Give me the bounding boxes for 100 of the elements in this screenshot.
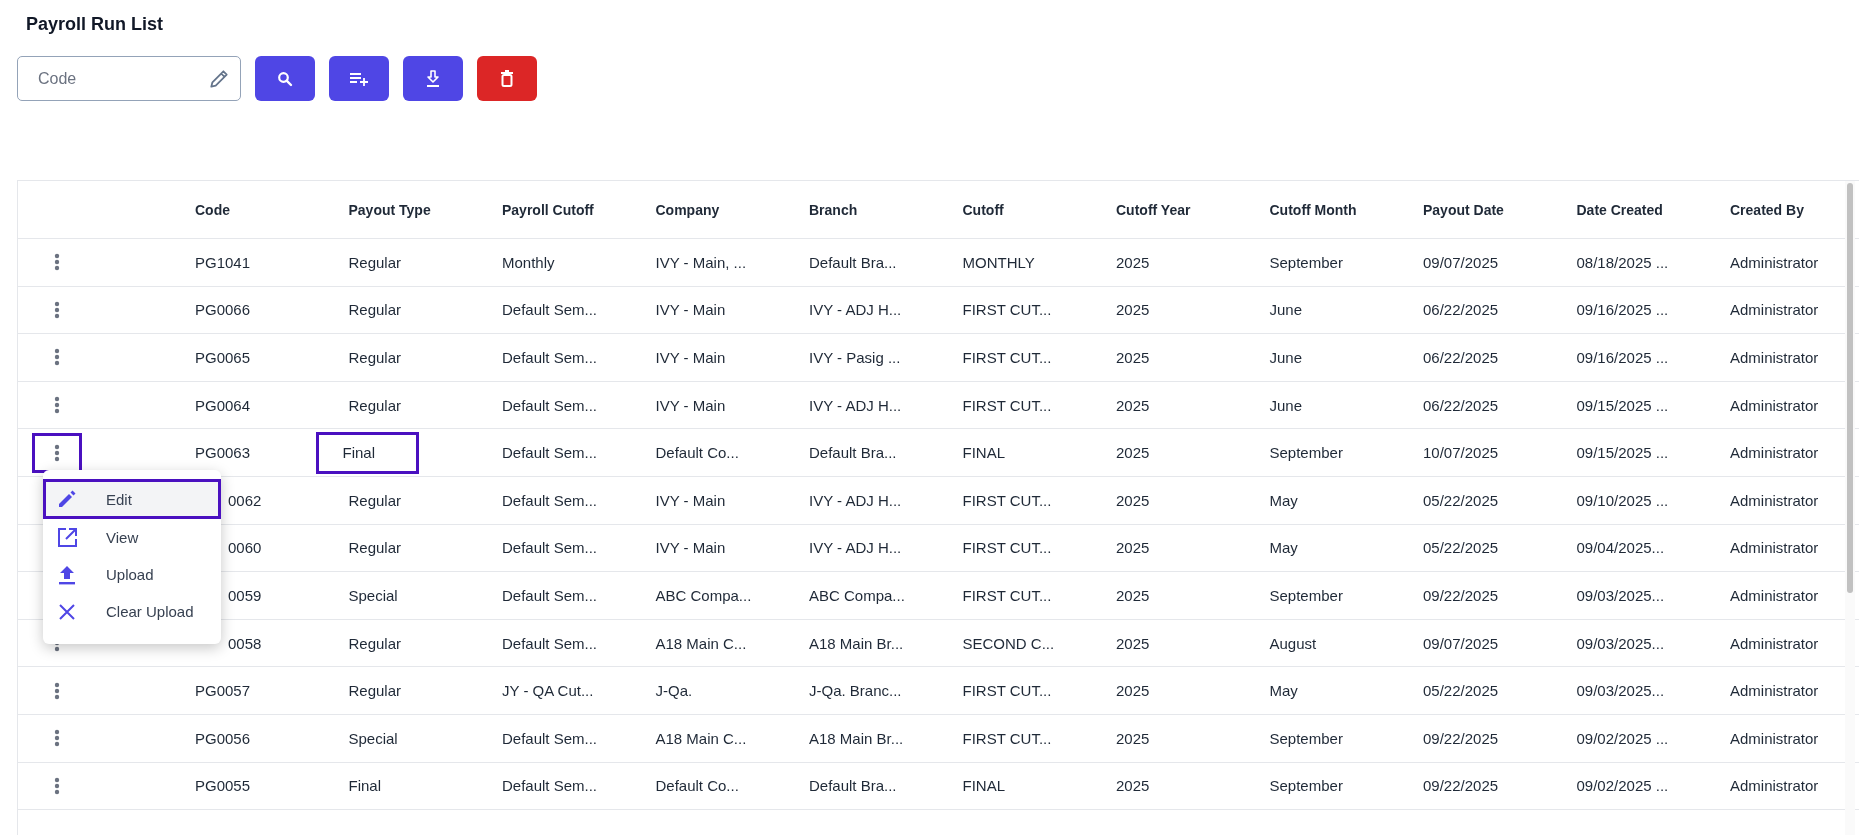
- table-cell-text: 06/22/2025: [1422, 395, 1500, 416]
- table-cell-text: FIRST CUT...: [961, 300, 1053, 321]
- table-cell-text: Administrator: [1729, 585, 1820, 606]
- column-header[interactable]: Payout Date: [1423, 201, 1504, 218]
- table-cell-text: JY - QA Cut...: [501, 681, 595, 702]
- table-cell-text: Default Sem...: [501, 633, 599, 654]
- add-list-button[interactable]: [329, 56, 389, 101]
- table-cell-text: 0060: [227, 538, 263, 559]
- column-header[interactable]: Company: [655, 201, 720, 218]
- table-cell-text: 06/22/2025: [1422, 348, 1500, 368]
- table-cell-text: 2025: [1115, 443, 1151, 464]
- table-cell-text: 09/22/2025: [1422, 728, 1500, 749]
- table-cell-text: Regular: [347, 252, 403, 273]
- table-cell-text: IVY - Main: [654, 538, 727, 559]
- table-cell-text: June: [1268, 395, 1304, 416]
- table-cell-text: Administrator: [1729, 395, 1820, 416]
- table-cell-text: 05/22/2025: [1422, 681, 1500, 702]
- table-cell-text: 09/22/2025: [1422, 776, 1500, 797]
- table-cell-text: September: [1268, 252, 1344, 273]
- table-cell-text: FIRST CUT...: [961, 348, 1053, 368]
- menu-item[interactable]: Clear Upload: [43, 593, 221, 630]
- table-cell-text: 2025: [1115, 728, 1151, 749]
- table-cell-text: 05/22/2025: [1422, 538, 1500, 559]
- more-icon: [54, 729, 60, 748]
- more-icon: [54, 396, 60, 415]
- table-cell-text: 09/02/2025 ...: [1575, 776, 1670, 797]
- table-cell-text: IVY - Main: [654, 348, 727, 368]
- search-button[interactable]: [255, 56, 315, 101]
- table-cell-text: A18 Main Br...: [808, 728, 905, 749]
- table-cell-text: 2025: [1115, 395, 1151, 416]
- column-header[interactable]: Payout Type: [348, 201, 431, 218]
- table-cell-text: Default Sem...: [501, 300, 599, 321]
- table-cell-text: Administrator: [1729, 300, 1820, 321]
- open-external-icon: [56, 526, 78, 549]
- table-cell-text: 2025: [1115, 538, 1151, 559]
- table-cell-text: Default Sem...: [501, 490, 599, 511]
- table-cell-text: 2025: [1115, 681, 1151, 702]
- table-cell-text: FINAL: [961, 776, 1006, 797]
- table-cell-text: May: [1268, 490, 1299, 511]
- table-cell-text: IVY - Main: [654, 300, 727, 321]
- table-cell-text: 2025: [1115, 633, 1151, 654]
- table-cell-text: IVY - ADJ H...: [808, 395, 903, 416]
- delete-button[interactable]: [477, 56, 537, 101]
- column-header[interactable]: Cutoff Month: [1269, 201, 1357, 218]
- table-cell-text: FIRST CUT...: [961, 490, 1053, 511]
- column-header[interactable]: Cutoff: [962, 201, 1004, 218]
- table-cell-text: 0058: [227, 633, 263, 654]
- column-header[interactable]: Payroll Cutoff: [502, 201, 594, 218]
- table-cell-text: 2025: [1115, 490, 1151, 511]
- table-cell-text: ABC Compa...: [808, 585, 906, 606]
- table-cell-text: Administrator: [1729, 443, 1820, 464]
- download-button[interactable]: [403, 56, 463, 101]
- table-cell-text: IVY - ADJ H...: [808, 490, 903, 511]
- table-cell-text: Administrator: [1729, 728, 1820, 749]
- trash-icon: [500, 70, 514, 87]
- table-cell-text: Default Sem...: [501, 585, 599, 606]
- column-header[interactable]: Created By: [1730, 201, 1804, 218]
- table-cell-text: 2025: [1115, 776, 1151, 797]
- table-cell-text: 05/22/2025: [1422, 490, 1500, 511]
- pencil-icon: [56, 488, 78, 510]
- more-icon: [54, 300, 60, 319]
- table-cell-text: June: [1268, 348, 1304, 368]
- more-icon: [54, 253, 60, 272]
- table-cell-text: IVY - Pasig ...: [808, 348, 902, 368]
- code-field[interactable]: Code: [17, 56, 241, 101]
- table-cell-text: 09/07/2025: [1422, 252, 1500, 273]
- menu-item[interactable]: View: [43, 519, 221, 556]
- table-cell-text: September: [1268, 728, 1344, 749]
- table-cell-text: ABC Compa...: [654, 585, 753, 606]
- menu-item[interactable]: Edit: [43, 479, 221, 519]
- table-cell-text: 09/03/2025...: [1575, 585, 1666, 606]
- table-cell-text: SECOND C...: [961, 633, 1056, 654]
- more-icon: [54, 681, 60, 700]
- table-cell-text: Administrator: [1729, 252, 1820, 273]
- scrollbar[interactable]: [1845, 181, 1855, 835]
- scrollbar-thumb[interactable]: [1847, 183, 1853, 593]
- table-cell-text: PG0064: [194, 395, 252, 416]
- column-header[interactable]: Code: [195, 201, 230, 218]
- table-cell-text: FIRST CUT...: [961, 585, 1053, 606]
- table-cell-text: PG0063: [194, 443, 252, 464]
- table-cell-text: PG0057: [194, 681, 252, 702]
- column-header[interactable]: Date Created: [1576, 201, 1663, 218]
- more-icon: [54, 348, 60, 367]
- table-cell-text: Administrator: [1729, 538, 1820, 559]
- table-cell-text: Regular: [347, 633, 403, 654]
- table-cell-text: Default Co...: [654, 443, 740, 464]
- column-header[interactable]: Cutoff Year: [1116, 201, 1191, 218]
- column-header[interactable]: Branch: [809, 201, 858, 218]
- table-cell-text: MONTHLY: [961, 252, 1036, 273]
- table-cell-text: FINAL: [961, 443, 1006, 464]
- table-cell-text: Default Sem...: [501, 395, 599, 416]
- table-cell-text: FIRST CUT...: [961, 681, 1053, 702]
- menu-item[interactable]: Upload: [43, 556, 221, 593]
- table-cell-text: Regular: [347, 300, 403, 321]
- table-cell-text: Administrator: [1729, 776, 1820, 797]
- table-cell-text: 2025: [1115, 300, 1151, 321]
- table-cell-text: FIRST CUT...: [961, 728, 1053, 749]
- table-cell-text: IVY - Main, ...: [654, 252, 748, 273]
- table-cell-text: Administrator: [1729, 633, 1820, 654]
- table-cell-text: 09/03/2025...: [1575, 633, 1666, 654]
